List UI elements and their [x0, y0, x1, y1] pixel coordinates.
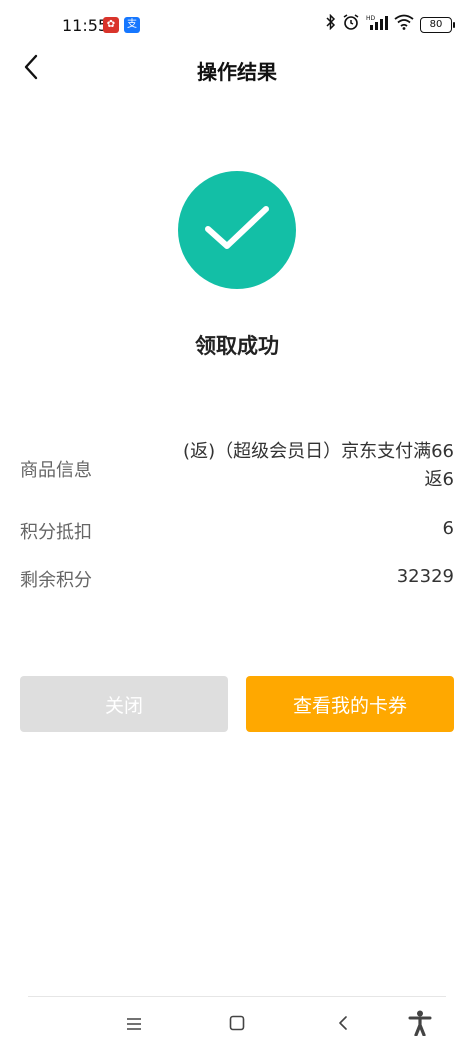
accessibility-button[interactable]: [402, 1008, 438, 1042]
battery-icon: 80: [420, 17, 455, 33]
status-icons: HD 80: [326, 13, 455, 37]
page-title: 操作结果: [197, 60, 277, 84]
close-button[interactable]: 关闭: [20, 676, 228, 732]
header: 操作结果: [0, 44, 474, 94]
success-badge: [178, 171, 296, 289]
view-my-coupons-button[interactable]: 查看我的卡券: [246, 676, 454, 732]
signal-icon: HD: [366, 14, 388, 36]
goods-info-label: 商品信息: [20, 460, 92, 481]
alarm-icon: [342, 13, 360, 37]
back-icon: [338, 1015, 348, 1035]
app-notification-icon: ✿: [103, 17, 119, 33]
points-remaining-row: 剩余积分 32329: [20, 566, 454, 594]
points-deduct-label: 积分抵扣: [20, 522, 92, 543]
system-nav-bar: [0, 1000, 474, 1050]
points-remaining-label: 剩余积分: [20, 570, 92, 591]
success-message: 领取成功: [195, 334, 279, 358]
bluetooth-icon: [326, 13, 336, 36]
points-deduct-row: 积分抵扣 6: [20, 518, 454, 546]
goods-info-row: 商品信息 (返)（超级会员日）京东支付满66 返6: [20, 440, 454, 500]
points-remaining-value: 32329: [396, 566, 454, 587]
menu-button[interactable]: [116, 1008, 152, 1042]
home-button[interactable]: [219, 1008, 255, 1042]
svg-text:HD: HD: [366, 15, 376, 22]
nav-back-button[interactable]: [325, 1008, 361, 1042]
goods-info-value: (返)（超级会员日）京东支付满66 返6: [144, 438, 454, 494]
points-deduct-value: 6: [442, 518, 454, 539]
status-time: 11:55: [62, 16, 109, 35]
goods-info-value-line2: 返6: [424, 469, 454, 490]
wifi-icon: [394, 14, 414, 36]
menu-icon: [126, 1016, 142, 1035]
home-icon: [229, 1015, 245, 1035]
goods-info-value-line1: (返)（超级会员日）京东支付满66: [183, 441, 454, 462]
alipay-notification-icon: 支: [124, 17, 140, 33]
check-icon: [202, 203, 272, 257]
accessibility-icon: [408, 1010, 432, 1040]
nav-divider: [28, 996, 446, 997]
